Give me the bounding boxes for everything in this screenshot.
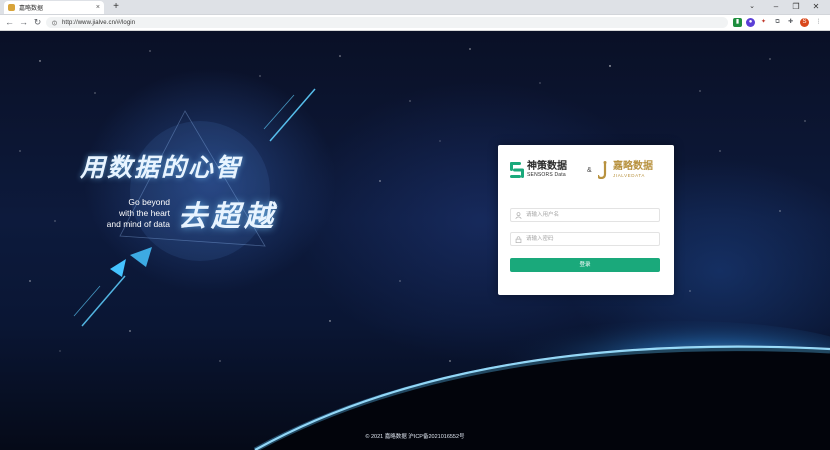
extension-purple-icon[interactable]: ●: [746, 18, 755, 27]
password-input[interactable]: [526, 234, 646, 244]
footer-copyright: © 2021 嘉略数据 沪ICP备2021016552号: [365, 434, 465, 440]
extension-red-icon[interactable]: ✦: [759, 18, 768, 27]
sensors-data-logo: 神策数据 SENSORS Data: [510, 161, 567, 179]
avatar[interactable]: S: [800, 18, 809, 27]
browser-toolbar: ← → ↻ http://www.jialve.cn/#/login ▮ ● ✦…: [0, 15, 830, 31]
puzzle-icon[interactable]: ✚: [786, 18, 795, 27]
browser-tab[interactable]: 嘉略数据 ×: [4, 1, 104, 14]
logo-separator: &: [587, 167, 592, 174]
close-window-button[interactable]: ✕: [806, 0, 826, 14]
url-text: http://www.jialve.cn/#/login: [62, 19, 136, 26]
close-tab-icon[interactable]: ×: [96, 4, 100, 11]
password-field[interactable]: [510, 232, 660, 246]
extension-green-icon[interactable]: ▮: [733, 18, 742, 27]
login-page: 用数据的心智 去超越 Go beyond with the heart and …: [0, 31, 830, 450]
jialve-data-logo: 嘉略数据 JIALVEDATA: [598, 161, 653, 179]
chevron-down-icon[interactable]: ⌄: [746, 0, 758, 14]
sensors-logo-en: SENSORS Data: [527, 172, 566, 178]
slogan-english: Go beyond with the heart and mind of dat…: [86, 197, 170, 230]
partner-logos: 神策数据 SENSORS Data & 嘉略数据 JIALVEDATA: [510, 161, 662, 187]
window-controls: – ❐ ✕: [766, 0, 826, 14]
address-bar[interactable]: http://www.jialve.cn/#/login: [46, 17, 728, 28]
jialve-logo-cn: 嘉略数据: [613, 161, 653, 172]
slogan-chinese-line1: 用数据的心智: [80, 153, 243, 182]
forward-button[interactable]: →: [17, 16, 30, 29]
back-button[interactable]: ←: [3, 16, 16, 29]
jialve-logo-en: JIALVEDATA: [613, 173, 646, 178]
tab-title: 嘉略数据: [19, 6, 44, 12]
extension-copy-icon[interactable]: ⧉: [773, 18, 782, 27]
username-input[interactable]: [526, 210, 646, 220]
minimize-button[interactable]: –: [766, 0, 786, 14]
info-icon[interactable]: [52, 20, 57, 26]
slogan-english-line3: and mind of data: [106, 219, 170, 229]
slogan-chinese-line2: 去超越: [178, 199, 278, 233]
username-field[interactable]: [510, 208, 660, 222]
login-card: 神策数据 SENSORS Data & 嘉略数据 JIALVEDATA 请输入用…: [498, 145, 674, 295]
lock-icon: [515, 235, 522, 243]
slogan-english-line1: Go beyond: [128, 197, 170, 207]
planet-illustration: [253, 321, 830, 450]
sensors-logo-icon: [510, 162, 524, 178]
login-button[interactable]: 登录: [510, 258, 660, 272]
favicon-icon: [8, 4, 15, 11]
restore-button[interactable]: ❐: [786, 0, 806, 14]
browser-tabstrip: 嘉略数据 × + ⌄ – ❐ ✕: [0, 0, 830, 15]
slogan-english-line2: with the heart: [118, 208, 170, 218]
jialve-logo-icon: [598, 161, 607, 179]
new-tab-button[interactable]: +: [110, 1, 122, 13]
reload-button[interactable]: ↻: [31, 16, 44, 29]
more-menu-icon[interactable]: ⋮: [814, 18, 823, 27]
user-icon: [515, 211, 522, 219]
sensors-logo-cn: 神策数据: [527, 161, 567, 172]
